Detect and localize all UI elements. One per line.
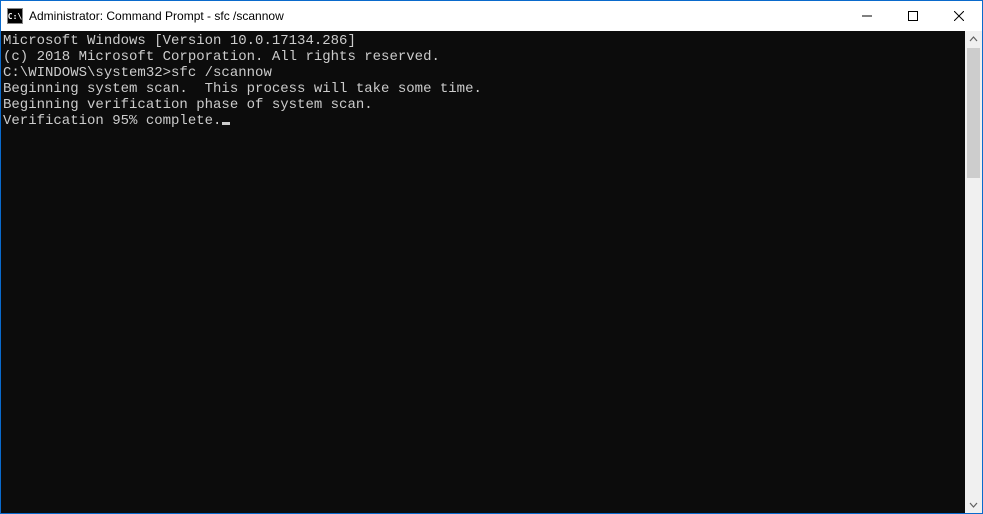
console-line: Beginning system scan. This process will…: [3, 81, 963, 97]
console-line: (c) 2018 Microsoft Corporation. All righ…: [3, 49, 963, 65]
console-line: C:\WINDOWS\system32>sfc /scannow: [3, 65, 963, 81]
chevron-down-icon: [969, 500, 978, 509]
chevron-up-icon: [969, 35, 978, 44]
scroll-down-button[interactable]: [965, 496, 982, 513]
window-title: Administrator: Command Prompt - sfc /sca…: [29, 9, 844, 23]
scroll-track[interactable]: [965, 48, 982, 496]
console-line: Beginning verification phase of system s…: [3, 97, 963, 113]
titlebar[interactable]: C:\ Administrator: Command Prompt - sfc …: [1, 1, 982, 31]
scroll-up-button[interactable]: [965, 31, 982, 48]
console-output[interactable]: Microsoft Windows [Version 10.0.17134.28…: [1, 31, 965, 513]
client-area: Microsoft Windows [Version 10.0.17134.28…: [1, 31, 982, 513]
cmd-icon: C:\: [7, 8, 23, 24]
console-line: Microsoft Windows [Version 10.0.17134.28…: [3, 33, 963, 49]
close-button[interactable]: [936, 1, 982, 31]
text-cursor: [222, 122, 230, 125]
close-icon: [954, 11, 964, 21]
command-prompt-window: C:\ Administrator: Command Prompt - sfc …: [0, 0, 983, 514]
minimize-icon: [862, 11, 872, 21]
console-line: Verification 95% complete.: [3, 113, 963, 129]
scroll-thumb[interactable]: [967, 48, 980, 178]
maximize-icon: [908, 11, 918, 21]
minimize-button[interactable]: [844, 1, 890, 31]
window-controls: [844, 1, 982, 31]
vertical-scrollbar[interactable]: [965, 31, 982, 513]
maximize-button[interactable]: [890, 1, 936, 31]
